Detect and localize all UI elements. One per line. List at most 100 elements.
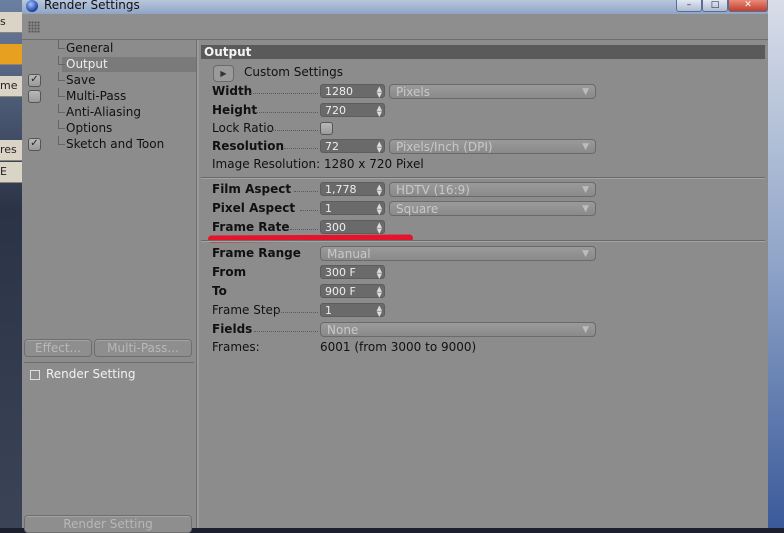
nav-item-output[interactable]: Output bbox=[22, 56, 196, 72]
film-aspect-input[interactable]: 1,778 ▲ ▼ bbox=[320, 182, 385, 197]
resolution-input[interactable]: 72 ▲ ▼ bbox=[320, 139, 385, 154]
chevron-down-icon: ▼ bbox=[582, 325, 589, 335]
to-input[interactable]: 900 F ▲ ▼ bbox=[320, 284, 385, 299]
frame-range-dropdown[interactable]: Manual ▼ bbox=[320, 246, 596, 261]
resolution-value: 72 bbox=[325, 140, 339, 153]
from-label: From bbox=[212, 265, 247, 279]
render-setting-icon bbox=[30, 369, 40, 380]
leader-dots bbox=[300, 210, 318, 212]
to-row: To 900 F ▲ ▼ bbox=[212, 283, 412, 299]
fields-dropdown[interactable]: None ▼ bbox=[320, 322, 596, 337]
pixel-aspect-value: 1 bbox=[325, 202, 332, 215]
frame-step-input[interactable]: 1 ▲ ▼ bbox=[320, 303, 385, 318]
background-window-fragment bbox=[0, 44, 22, 65]
film-aspect-dropdown[interactable]: HDTV (16:9) ▼ bbox=[389, 182, 596, 197]
frame-rate-input[interactable]: 300 ▲ ▼ bbox=[320, 220, 385, 235]
nav-item-sketch-and-toon[interactable]: ✓ Sketch and Toon bbox=[22, 136, 196, 152]
width-input[interactable]: 1280 ▲ ▼ bbox=[320, 84, 385, 99]
maximize-button[interactable]: □ bbox=[702, 0, 728, 12]
spinner-icon[interactable]: ▲ ▼ bbox=[377, 86, 382, 99]
tree-line bbox=[58, 120, 65, 129]
effect-button[interactable]: Effect... bbox=[24, 339, 92, 357]
spinner-icon[interactable]: ▲ ▼ bbox=[377, 203, 382, 216]
grip-icon[interactable] bbox=[28, 21, 40, 33]
leader-dots bbox=[250, 93, 318, 95]
frame-range-row: Frame Range Manual ▼ bbox=[212, 245, 602, 261]
minimize-button[interactable]: – bbox=[676, 0, 702, 12]
fields-row: Fields None ▼ bbox=[212, 321, 602, 337]
pixel-aspect-input[interactable]: 1 ▲ ▼ bbox=[320, 201, 385, 216]
render-setting-button[interactable]: Render Setting bbox=[24, 515, 192, 533]
window-title-bar[interactable]: Render Settings – □ ✕ bbox=[22, 0, 768, 14]
frame-rate-row: Frame Rate 300 ▲ ▼ bbox=[212, 219, 412, 235]
image-resolution-text: Image Resolution: 1280 x 720 Pixel bbox=[212, 157, 424, 171]
nav-item-options[interactable]: Options bbox=[22, 120, 196, 136]
leader-dots bbox=[272, 130, 318, 132]
from-value: 300 F bbox=[325, 266, 356, 279]
spinner-icon[interactable]: ▲ ▼ bbox=[377, 305, 382, 318]
resolution-row: Resolution 72 ▲ ▼ Pixels/Inch (DPI) ▼ bbox=[212, 138, 602, 154]
from-input[interactable]: 300 F ▲ ▼ bbox=[320, 265, 385, 280]
multi-pass-button[interactable]: Multi-Pass... bbox=[94, 339, 192, 357]
spinner-icon[interactable]: ▲ ▼ bbox=[377, 141, 382, 154]
multi-pass-checkbox[interactable] bbox=[28, 90, 41, 103]
height-label: Height bbox=[212, 103, 258, 117]
tree-line bbox=[58, 40, 65, 49]
fields-value: None bbox=[327, 323, 359, 337]
save-checkbox[interactable]: ✓ bbox=[28, 74, 41, 87]
pixel-aspect-dropdown[interactable]: Square ▼ bbox=[389, 201, 596, 216]
lock-ratio-label: Lock Ratio bbox=[212, 121, 274, 135]
leader-dots bbox=[256, 112, 318, 114]
chevron-down-icon: ▼ bbox=[582, 185, 589, 195]
from-row: From 300 F ▲ ▼ bbox=[212, 264, 412, 280]
width-unit-dropdown[interactable]: Pixels ▼ bbox=[389, 84, 596, 99]
leader-dots bbox=[290, 229, 318, 231]
close-button[interactable]: ✕ bbox=[728, 0, 768, 12]
height-input[interactable]: 720 ▲ ▼ bbox=[320, 103, 385, 118]
render-setting-item[interactable]: Render Setting bbox=[30, 367, 136, 381]
chevron-down-icon: ▼ bbox=[582, 87, 589, 97]
nav-item-label: Multi-Pass bbox=[66, 89, 127, 103]
spinner-icon[interactable]: ▲ ▼ bbox=[377, 267, 382, 280]
film-aspect-preset: HDTV (16:9) bbox=[396, 183, 470, 197]
nav-item-multi-pass[interactable]: Multi-Pass bbox=[22, 88, 196, 104]
tree-line bbox=[58, 136, 65, 145]
frames-label: Frames: bbox=[212, 340, 260, 354]
spinner-icon[interactable]: ▲ ▼ bbox=[377, 286, 382, 299]
chevron-down-icon: ▼ bbox=[582, 249, 589, 259]
width-value: 1280 bbox=[325, 85, 353, 98]
film-aspect-label: Film Aspect bbox=[212, 182, 292, 196]
width-row: Width 1280 ▲ ▼ Pixels ▼ bbox=[212, 83, 602, 99]
background-window-fragment: s bbox=[0, 12, 22, 33]
render-setting-label: Render Setting bbox=[46, 367, 136, 381]
settings-nav-pane: General Output ✓ Save Multi-Pass Anti-Al… bbox=[22, 40, 197, 533]
nav-item-label: Save bbox=[66, 73, 96, 87]
nav-item-anti-aliasing[interactable]: Anti-Aliasing bbox=[22, 104, 196, 120]
spinner-icon[interactable]: ▲ ▼ bbox=[377, 222, 382, 235]
section-separator bbox=[201, 177, 765, 179]
nav-item-general[interactable]: General bbox=[22, 40, 196, 56]
to-label: To bbox=[212, 284, 227, 298]
chevron-down-icon: ▼ bbox=[582, 204, 589, 214]
resolution-unit-dropdown[interactable]: Pixels/Inch (DPI) ▼ bbox=[389, 139, 596, 154]
custom-settings-text: Custom Settings bbox=[244, 65, 344, 79]
expand-arrow-icon[interactable]: ▶ bbox=[213, 65, 234, 82]
frame-step-row: Frame Step 1 ▲ ▼ bbox=[212, 302, 412, 318]
image-resolution-row: Image Resolution: 1280 x 720 Pixel bbox=[212, 156, 512, 172]
sketch-and-toon-checkbox[interactable]: ✓ bbox=[28, 138, 41, 151]
render-setting-list: Render Setting bbox=[24, 362, 194, 513]
frame-rate-label: Frame Rate bbox=[212, 220, 290, 234]
spinner-icon[interactable]: ▲ ▼ bbox=[377, 184, 382, 197]
nav-item-save[interactable]: ✓ Save bbox=[22, 72, 196, 88]
pixel-aspect-row: Pixel Aspect 1 ▲ ▼ Square ▼ bbox=[212, 200, 602, 216]
spinner-icon[interactable]: ▲ ▼ bbox=[377, 105, 382, 118]
lock-ratio-checkbox[interactable] bbox=[320, 122, 333, 135]
tree-line bbox=[58, 88, 65, 97]
nav-item-label: Options bbox=[66, 121, 113, 135]
leader-dots bbox=[278, 312, 318, 314]
frames-row: Frames: 6001 (from 3000 to 9000) bbox=[212, 339, 602, 355]
background-window-fragment: me bbox=[0, 76, 22, 97]
frame-rate-value: 300 bbox=[325, 221, 346, 234]
fields-label: Fields bbox=[212, 322, 253, 336]
chevron-down-icon: ▼ bbox=[582, 142, 589, 152]
